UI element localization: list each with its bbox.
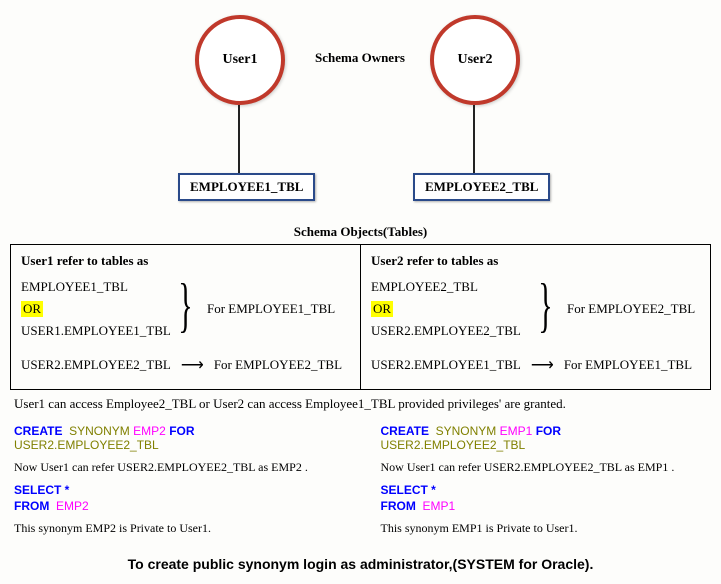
code-left: CREATE SYNONYM EMP2 FOR USER2.EMPLOYEE2_… bbox=[14, 422, 341, 544]
kw-emp1: EMP1 bbox=[500, 424, 533, 438]
left-title: User1 refer to tables as bbox=[21, 253, 350, 269]
kw-from-emp: EMP1 bbox=[423, 499, 456, 513]
reference-table: User1 refer to tables as EMPLOYEE1_TBL O… bbox=[10, 244, 711, 390]
user1-circle: User1 bbox=[195, 15, 285, 105]
right-title: User2 refer to tables as bbox=[371, 253, 700, 269]
right-private: This synonym EMP1 is Private to User1. bbox=[381, 521, 708, 536]
schema-objects-label: Schema Objects(Tables) bbox=[10, 224, 711, 240]
left-row3a: USER2.EMPLOYEE2_TBL bbox=[21, 357, 171, 373]
left-brace-icon: } bbox=[178, 275, 192, 335]
kw-select: SELECT * bbox=[14, 483, 69, 497]
connector-2 bbox=[473, 105, 475, 173]
right-row1: EMPLOYEE2_TBL bbox=[371, 279, 478, 295]
kw-from: FROM bbox=[381, 499, 416, 513]
left-row3b: For EMPLOYEE2_TBL bbox=[214, 357, 342, 373]
privilege-note: User1 can access Employee2_TBL or User2 … bbox=[14, 396, 707, 412]
right-row3b: For EMPLOYEE1_TBL bbox=[564, 357, 692, 373]
code-section: CREATE SYNONYM EMP2 FOR USER2.EMPLOYEE2_… bbox=[14, 422, 707, 544]
connector-1 bbox=[238, 105, 240, 173]
kw-for: FOR bbox=[169, 424, 194, 438]
right-for1: For EMPLOYEE2_TBL bbox=[567, 301, 695, 317]
left-row1: EMPLOYEE1_TBL bbox=[21, 279, 128, 295]
user1-label: User1 bbox=[223, 52, 258, 68]
right-brace-icon: } bbox=[538, 275, 552, 335]
right-now: Now User1 can refer USER2.EMPLOYEE2_TBL … bbox=[381, 460, 708, 475]
right-or: OR bbox=[371, 301, 393, 317]
employee1-tbl-label: EMPLOYEE1_TBL bbox=[190, 179, 303, 194]
arrow-icon: ⟶ bbox=[531, 355, 554, 375]
schema-owners-label: Schema Owners bbox=[315, 50, 405, 66]
left-column: User1 refer to tables as EMPLOYEE1_TBL O… bbox=[11, 245, 360, 389]
user2-circle: User2 bbox=[430, 15, 520, 105]
kw-target: USER2.EMPLOYEE2_TBL bbox=[14, 438, 159, 452]
kw-for: FOR bbox=[536, 424, 561, 438]
user2-label: User2 bbox=[458, 52, 493, 68]
kw-synonym: SYNONYM bbox=[436, 424, 497, 438]
footer-note: To create public synonym login as admini… bbox=[10, 556, 711, 572]
arrow-icon: ⟶ bbox=[181, 355, 204, 375]
kw-create: CREATE bbox=[14, 424, 62, 438]
kw-from: FROM bbox=[14, 499, 49, 513]
left-row2: USER1.EMPLOYEE1_TBL bbox=[21, 323, 171, 339]
kw-target: USER2.EMPLOYEE2_TBL bbox=[381, 438, 526, 452]
kw-synonym: SYNONYM bbox=[69, 424, 130, 438]
kw-create: CREATE bbox=[381, 424, 429, 438]
kw-emp2: EMP2 bbox=[133, 424, 166, 438]
employee2-tbl-box: EMPLOYEE2_TBL bbox=[413, 173, 550, 201]
right-column: User2 refer to tables as EMPLOYEE2_TBL O… bbox=[360, 245, 710, 389]
left-now: Now User1 can refer USER2.EMPLOYEE2_TBL … bbox=[14, 460, 341, 475]
left-or: OR bbox=[21, 301, 43, 317]
schema-diagram: User1 User2 Schema Owners EMPLOYEE1_TBL … bbox=[10, 10, 711, 220]
left-for1: For EMPLOYEE1_TBL bbox=[207, 301, 335, 317]
right-row2: USER2.EMPLOYEE2_TBL bbox=[371, 323, 521, 339]
kw-select: SELECT * bbox=[381, 483, 436, 497]
right-row3a: USER2.EMPLOYEE1_TBL bbox=[371, 357, 521, 373]
employee2-tbl-label: EMPLOYEE2_TBL bbox=[425, 179, 538, 194]
code-right: CREATE SYNONYM EMP1 FOR USER2.EMPLOYEE2_… bbox=[381, 422, 708, 544]
left-private: This synonym EMP2 is Private to User1. bbox=[14, 521, 341, 536]
employee1-tbl-box: EMPLOYEE1_TBL bbox=[178, 173, 315, 201]
kw-from-emp: EMP2 bbox=[56, 499, 89, 513]
